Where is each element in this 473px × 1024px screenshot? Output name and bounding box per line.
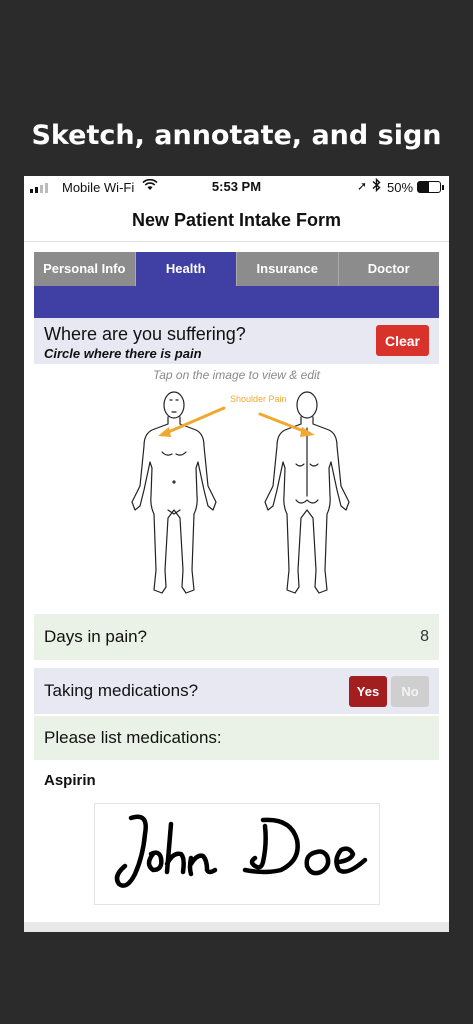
tab-health[interactable]: Health [135,252,237,286]
bluetooth-icon [372,177,381,195]
phone-screen: Mobile Wi-Fi 5:53 PM ➚ 50% New Patient I… [24,176,449,932]
pain-question: Where are you suffering? [44,324,246,344]
page-title: New Patient Intake Form [24,198,449,242]
status-bar: Mobile Wi-Fi 5:53 PM ➚ 50% [24,176,449,198]
days-in-pain-value[interactable]: 8 [420,628,429,646]
bottom-divider [24,922,449,932]
tab-band [34,286,439,318]
body-figure-drawing[interactable]: Shoulder Pain [34,364,439,614]
days-in-pain-row[interactable]: Days in pain? 8 [34,614,439,660]
med-list-body: Aspirin John Doe [34,760,439,920]
med-list-label: Please list medications: [44,728,222,747]
body-diagram[interactable]: Tap on the image to view & edit Shoulder… [34,364,439,614]
medications-label: Taking medications? [44,681,199,700]
tab-personal-info[interactable]: Personal Info [34,252,136,286]
clear-button[interactable]: Clear [376,325,429,356]
yes-button[interactable]: Yes [349,675,387,707]
front-body-icon [131,391,217,594]
annotation-label: Shoulder Pain [230,394,287,404]
days-in-pain-label: Days in pain? [44,627,148,646]
med-list-value[interactable]: Aspirin [34,760,439,800]
tab-doctor[interactable]: Doctor [338,252,439,286]
shoulder-pain-annotation [158,406,315,437]
clock: 5:53 PM [211,179,262,194]
signature-box[interactable]: John Doe [94,803,380,905]
no-button[interactable]: No [391,675,429,707]
battery-icon [417,181,444,193]
yes-no-toggle: Yes No [349,675,429,707]
tab-insurance[interactable]: Insurance [237,252,339,286]
form-content: Personal Info Health Insurance Doctor Wh… [34,252,439,920]
headline: Sketch, annotate, and sign [31,120,442,151]
pain-question-header: Where are you suffering? Circle where th… [34,318,439,364]
medications-row: Taking medications? Yes No [34,668,439,714]
pain-question-subtitle: Circle where there is pain [44,346,202,361]
med-list-header: Please list medications: [34,716,439,760]
signature-drawing[interactable]: John Doe [95,804,381,906]
location-arrow-icon: ➚ [357,179,368,193]
signature-name: John Doe [236,899,241,901]
battery-percent: 50% [387,180,414,195]
tab-bar: Personal Info Health Insurance Doctor [34,252,439,286]
